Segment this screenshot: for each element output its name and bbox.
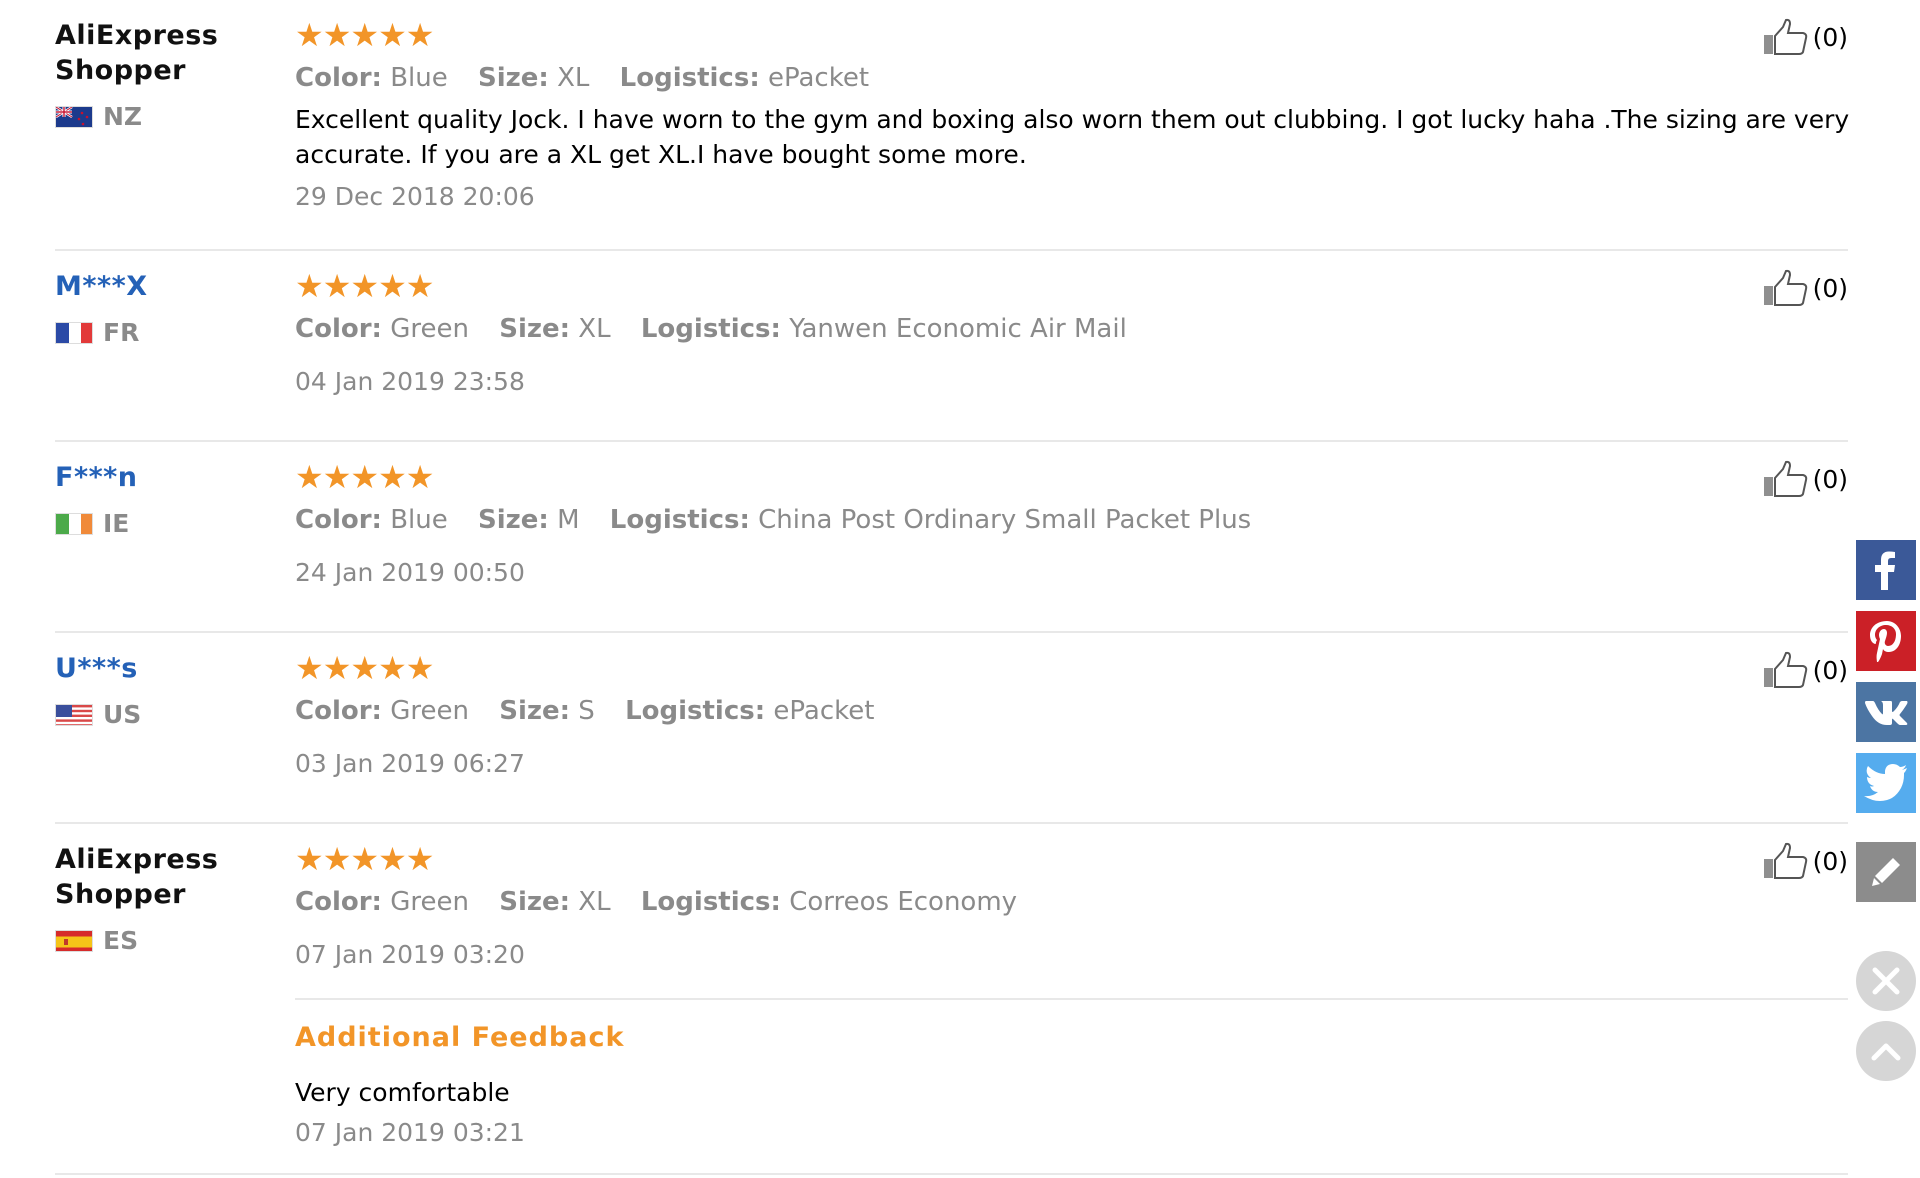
pinterest-icon bbox=[1870, 621, 1901, 662]
close-button[interactable] bbox=[1856, 951, 1916, 1011]
like-button[interactable]: (0) bbox=[1763, 651, 1848, 689]
vk-icon bbox=[1865, 701, 1908, 725]
write-review-button[interactable] bbox=[1856, 842, 1916, 902]
size-attr: Size: S bbox=[499, 696, 595, 726]
star-rating: ★★★★★ bbox=[295, 458, 434, 496]
country-code: US bbox=[103, 700, 142, 729]
facebook-icon bbox=[1875, 551, 1895, 590]
review-date: 29 Dec 2018 20:06 bbox=[295, 182, 535, 211]
purchase-attributes: Color: Green Size: XL Logistics: Yanwen … bbox=[295, 311, 1845, 347]
vk-share-button[interactable] bbox=[1856, 682, 1916, 742]
star-rating: ★★★★★ bbox=[295, 267, 434, 305]
like-button[interactable]: (0) bbox=[1763, 269, 1848, 307]
logistics-attr: Logistics: Correos Economy bbox=[640, 887, 1018, 917]
nz-flag-icon bbox=[55, 105, 93, 128]
like-count: (0) bbox=[1812, 846, 1848, 876]
logistics-attr: Logistics: ePacket bbox=[619, 63, 870, 93]
reviewer-name: AliExpress Shopper bbox=[55, 844, 219, 910]
thumbs-up-icon bbox=[1763, 18, 1807, 55]
review-item: AliExpress Shopper NZ ★★★★★ Color: Blue … bbox=[55, 0, 1849, 251]
like-button[interactable]: (0) bbox=[1763, 842, 1848, 880]
purchase-attributes: Color: Blue Size: M Logistics: China Pos… bbox=[295, 502, 1845, 538]
facebook-share-button[interactable] bbox=[1856, 540, 1916, 600]
size-attr: Size: XL bbox=[478, 63, 590, 93]
reviewer-country: FR bbox=[55, 318, 275, 347]
review-content: ★★★★★ Color: Blue Size: XL Logistics: eP… bbox=[295, 16, 1849, 214]
review-text: Excellent quality Jock. I have worn to t… bbox=[295, 105, 1850, 169]
thumbs-up-icon bbox=[1763, 842, 1807, 879]
reviewer-country: US bbox=[55, 700, 275, 729]
like-count: (0) bbox=[1812, 655, 1848, 685]
purchase-attributes: Color: Green Size: XL Logistics: Correos… bbox=[295, 884, 1845, 920]
color-attr: Color: Blue bbox=[295, 505, 448, 535]
reviewer-country: NZ bbox=[55, 102, 275, 131]
review-date: 04 Jan 2019 23:58 bbox=[295, 367, 525, 396]
scroll-top-button[interactable] bbox=[1856, 1021, 1916, 1081]
color-attr: Color: Green bbox=[295, 887, 469, 917]
reviewer-name[interactable]: U***s bbox=[55, 651, 275, 686]
fr-flag-icon bbox=[55, 321, 93, 344]
country-code: NZ bbox=[103, 102, 143, 131]
reviewer-info: U***s US bbox=[55, 651, 275, 729]
like-button[interactable]: (0) bbox=[1763, 460, 1848, 498]
purchase-attributes: Color: Green Size: S Logistics: ePacket bbox=[295, 693, 1845, 729]
chevron-up-icon bbox=[1871, 1043, 1901, 1061]
color-attr: Color: Green bbox=[295, 314, 469, 344]
close-icon bbox=[1872, 967, 1900, 995]
review-content: ★★★★★ Color: Green Size: XL Logistics: Y… bbox=[295, 269, 1845, 399]
additional-feedback-title: Additional Feedback bbox=[295, 1022, 625, 1053]
reviewer-info: AliExpress Shopper ES bbox=[55, 842, 275, 955]
review-item: U***s US ★★★★★ Color: Green Size: S Logi… bbox=[55, 633, 1848, 824]
review-item: F***n IE ★★★★★ Color: Blue Size: M Logis… bbox=[55, 442, 1848, 633]
reviewer-name[interactable]: F***n bbox=[55, 460, 275, 495]
twitter-share-button[interactable] bbox=[1856, 753, 1916, 813]
like-count: (0) bbox=[1812, 22, 1848, 52]
review-item: AliExpress Shopper ES ★★★★★ Color: Green… bbox=[55, 824, 1848, 1175]
review-content: ★★★★★ Color: Green Size: XL Logistics: C… bbox=[295, 840, 1848, 1150]
star-rating: ★★★★★ bbox=[295, 840, 434, 878]
reviewer-info: AliExpress Shopper NZ bbox=[55, 18, 275, 131]
color-attr: Color: Blue bbox=[295, 63, 448, 93]
like-count: (0) bbox=[1812, 273, 1848, 303]
like-button[interactable]: (0) bbox=[1763, 18, 1848, 56]
purchase-attributes: Color: Blue Size: XL Logistics: ePacket bbox=[295, 60, 1845, 96]
star-rating: ★★★★★ bbox=[295, 16, 434, 54]
review-date: 07 Jan 2019 03:20 bbox=[295, 940, 525, 969]
size-attr: Size: XL bbox=[499, 887, 611, 917]
logistics-attr: Logistics: ePacket bbox=[625, 696, 875, 726]
review-item: M***X FR ★★★★★ Color: Green Size: XL Log… bbox=[55, 251, 1848, 442]
review-content: ★★★★★ Color: Green Size: S Logistics: eP… bbox=[295, 651, 1845, 781]
size-attr: Size: M bbox=[478, 505, 580, 535]
ie-flag-icon bbox=[55, 512, 93, 535]
reviewer-info: M***X FR bbox=[55, 269, 275, 347]
review-date: 03 Jan 2019 06:27 bbox=[295, 749, 525, 778]
reviewer-name: AliExpress Shopper bbox=[55, 20, 219, 86]
review-date: 24 Jan 2019 00:50 bbox=[295, 558, 525, 587]
color-attr: Color: Green bbox=[295, 696, 469, 726]
additional-feedback-date: 07 Jan 2019 03:21 bbox=[295, 1118, 525, 1147]
star-rating: ★★★★★ bbox=[295, 649, 434, 687]
country-code: IE bbox=[103, 509, 130, 538]
thumbs-up-icon bbox=[1763, 269, 1807, 306]
us-flag-icon bbox=[55, 703, 93, 726]
reviewer-country: ES bbox=[55, 926, 275, 955]
additional-feedback-divider bbox=[295, 998, 1848, 1000]
reviewer-country: IE bbox=[55, 509, 275, 538]
reviewer-info: F***n IE bbox=[55, 460, 275, 538]
twitter-icon bbox=[1864, 764, 1907, 801]
country-code: FR bbox=[103, 318, 140, 347]
thumbs-up-icon bbox=[1763, 651, 1807, 688]
reviewer-name[interactable]: M***X bbox=[55, 269, 275, 304]
pinterest-share-button[interactable] bbox=[1856, 611, 1916, 671]
additional-feedback-text: Very comfortable bbox=[295, 1078, 510, 1107]
logistics-attr: Logistics: Yanwen Economic Air Mail bbox=[640, 314, 1127, 344]
edit-icon bbox=[1872, 858, 1900, 886]
country-code: ES bbox=[103, 926, 139, 955]
thumbs-up-icon bbox=[1763, 460, 1807, 497]
logistics-attr: Logistics: China Post Ordinary Small Pac… bbox=[609, 505, 1252, 535]
review-content: ★★★★★ Color: Blue Size: M Logistics: Chi… bbox=[295, 460, 1845, 590]
size-attr: Size: XL bbox=[499, 314, 611, 344]
like-count: (0) bbox=[1812, 464, 1848, 494]
es-flag-icon bbox=[55, 929, 93, 952]
